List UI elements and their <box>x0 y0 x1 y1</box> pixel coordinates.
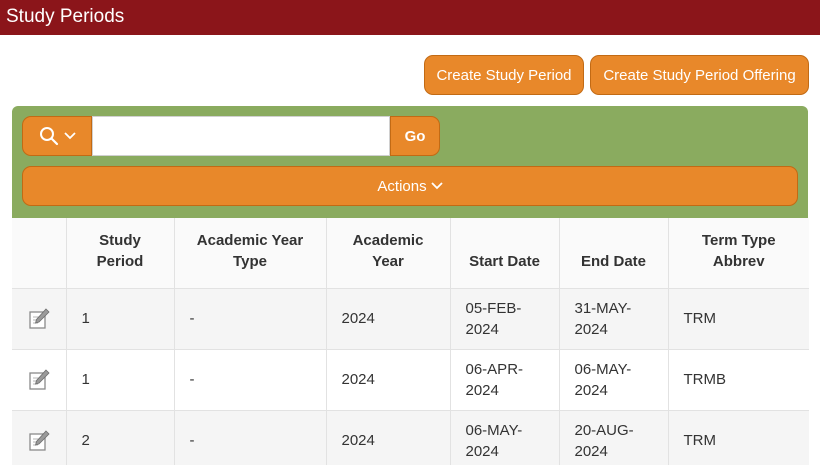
column-header-term-type-abbrev[interactable]: Term Type Abbrev <box>668 218 809 289</box>
chevron-down-icon <box>430 182 443 190</box>
cell-term-type-abbrev: TRM <box>668 288 809 350</box>
table-row: 2 - 2024 06-MAY- 2024 20-AUG- 2024 TRM <box>12 410 809 465</box>
cell-end-date: 31-MAY- 2024 <box>559 288 669 350</box>
cell-study-period: 1 <box>66 349 175 411</box>
column-header-start-date[interactable]: Start Date <box>450 218 560 289</box>
edit-icon[interactable] <box>27 368 51 392</box>
edit-icon[interactable] <box>27 429 51 453</box>
edit-icon[interactable] <box>27 307 51 331</box>
table-row: 1 - 2024 06-APR- 2024 06-MAY- 2024 TRMB <box>12 349 809 411</box>
edit-cell <box>12 288 67 350</box>
column-header-academic-year-type[interactable]: Academic Year Type <box>174 218 327 289</box>
cell-term-type-abbrev: TRMB <box>668 349 809 411</box>
actions-label: Actions <box>377 177 427 195</box>
cell-start-date: 06-MAY- 2024 <box>450 410 560 465</box>
cell-academic-year: 2024 <box>326 349 451 411</box>
cell-term-type-abbrev: TRM <box>668 410 809 465</box>
chevron-down-icon <box>63 132 76 140</box>
go-button[interactable]: Go <box>390 116 440 156</box>
column-header-edit <box>12 218 67 289</box>
page-title: Study Periods <box>6 6 125 27</box>
cell-academic-year-type: - <box>174 349 327 411</box>
search-column-toggle[interactable] <box>22 116 92 156</box>
cell-end-date: 06-MAY- 2024 <box>559 349 669 411</box>
cell-study-period: 2 <box>66 410 175 465</box>
column-header-academic-year[interactable]: Academic Year <box>326 218 451 289</box>
create-study-period-offering-button[interactable]: Create Study Period Offering <box>590 55 809 95</box>
cell-end-date: 20-AUG- 2024 <box>559 410 669 465</box>
cell-academic-year: 2024 <box>326 288 451 350</box>
column-header-study-period[interactable]: Study Period <box>66 218 175 289</box>
edit-cell <box>12 349 67 411</box>
study-periods-table: Study Period Academic Year Type Academic Ye… <box>12 218 809 465</box>
cell-start-date: 06-APR- 2024 <box>450 349 560 411</box>
search-bar: Go <box>22 116 440 156</box>
cell-start-date: 05-FEB- 2024 <box>450 288 560 350</box>
search-input[interactable] <box>92 116 390 156</box>
table-header-row: Study Period Academic Year Type Academic Ye… <box>12 218 809 289</box>
actions-menu-button[interactable]: Actions <box>22 166 798 206</box>
edit-cell <box>12 410 67 465</box>
create-study-period-button[interactable]: Create Study Period <box>424 55 584 95</box>
page-header: Study Periods <box>0 0 820 35</box>
search-icon <box>39 127 58 146</box>
cell-academic-year-type: - <box>174 288 327 350</box>
cell-academic-year-type: - <box>174 410 327 465</box>
cell-study-period: 1 <box>66 288 175 350</box>
cell-academic-year: 2024 <box>326 410 451 465</box>
table-row: 1 - 2024 05-FEB- 2024 31-MAY- 2024 TRM <box>12 288 809 350</box>
column-header-end-date[interactable]: End Date <box>559 218 669 289</box>
